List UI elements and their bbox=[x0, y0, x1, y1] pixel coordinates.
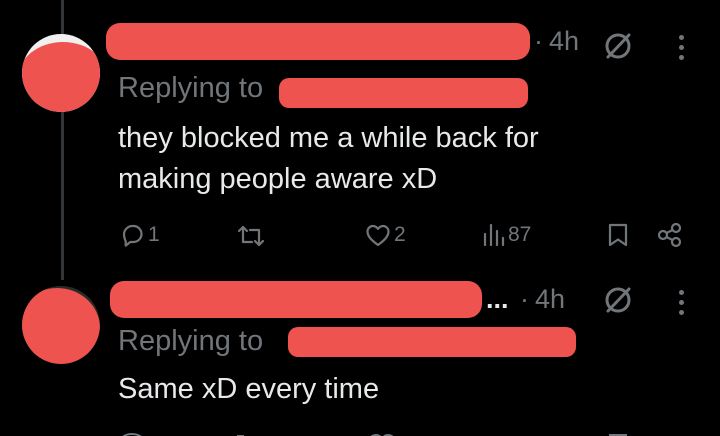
reply-target-redacted[interactable] bbox=[279, 78, 528, 108]
tweet-text: they blocked me a while back for making … bbox=[118, 122, 539, 195]
avatar[interactable] bbox=[22, 34, 100, 112]
author-name-redacted[interactable] bbox=[110, 281, 482, 318]
like-icon bbox=[366, 224, 390, 247]
reply-button[interactable]: 1 bbox=[118, 221, 160, 249]
like-button[interactable]: 2 bbox=[364, 221, 406, 249]
share-button[interactable] bbox=[656, 221, 684, 249]
retweet-button[interactable] bbox=[236, 222, 266, 250]
tweet-text: Same xD every time bbox=[118, 373, 380, 405]
like-count: 2 bbox=[394, 223, 406, 246]
views-button[interactable]: 87 bbox=[482, 221, 531, 249]
bookmark-icon bbox=[608, 223, 628, 247]
reply-target-redacted[interactable] bbox=[288, 327, 576, 357]
bookmark-button[interactable] bbox=[606, 221, 630, 249]
reply-count: 1 bbox=[148, 223, 160, 246]
reply-icon bbox=[122, 224, 143, 247]
tweet-timestamp[interactable]: 4h bbox=[535, 284, 565, 314]
mute-icon[interactable] bbox=[602, 284, 634, 321]
retweet-icon bbox=[237, 225, 265, 247]
mute-icon[interactable] bbox=[602, 30, 634, 67]
replying-to-label: Replying to bbox=[118, 325, 264, 357]
name-truncation: ... bbox=[486, 284, 509, 314]
tweet-timestamp[interactable]: · 4h bbox=[534, 26, 579, 57]
replying-to-label: Replying to bbox=[118, 72, 264, 104]
views-count: 87 bbox=[508, 223, 532, 246]
tweet-meta: ... · 4h bbox=[486, 284, 566, 314]
avatar[interactable] bbox=[22, 286, 100, 364]
views-icon bbox=[483, 223, 505, 247]
action-bar-partial bbox=[0, 428, 720, 436]
share-icon bbox=[657, 222, 682, 248]
more-icon[interactable] bbox=[679, 290, 685, 320]
author-name-redacted[interactable] bbox=[106, 23, 530, 60]
more-icon[interactable] bbox=[679, 35, 685, 65]
